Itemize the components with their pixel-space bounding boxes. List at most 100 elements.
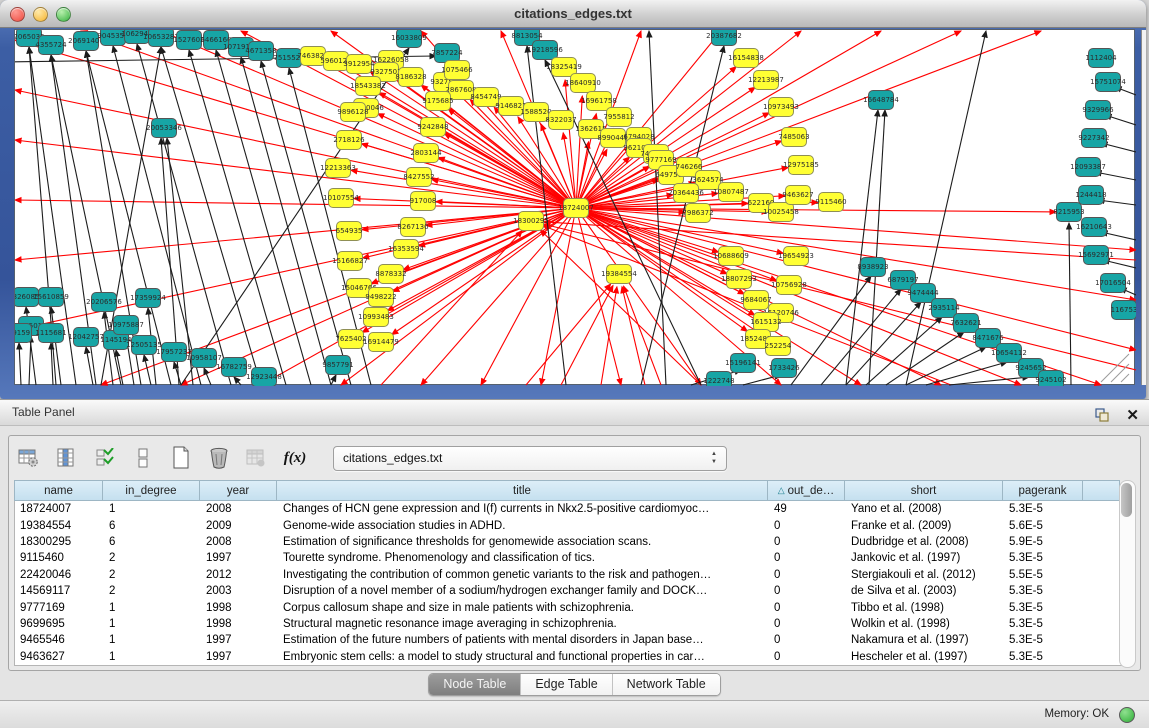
graph-edge[interactable] [649,31,666,385]
table-panel-header: Table Panel ✕ [0,399,1149,426]
table-cell: Investigating the contribution of common… [278,569,769,581]
table-cell: Franke et al. (2009) [846,520,1004,532]
close-panel-icon[interactable]: ✕ [1126,408,1139,423]
resize-grip-icon[interactable] [1121,374,1129,382]
graph-edge[interactable] [561,286,613,385]
graph-node-label: 2803144 [410,149,442,157]
graph-edge[interactable] [540,230,701,385]
tab-node-table[interactable]: Node Table [429,674,520,695]
clear-selection-icon[interactable] [131,446,155,470]
graph-node-label: 18807293 [721,275,757,283]
graph-edge[interactable] [144,355,151,385]
graph-edge[interactable] [331,375,336,385]
graph-node-label: 4671358 [245,47,276,55]
graph-edge[interactable] [791,276,871,385]
table-cell: 2003 [201,585,278,597]
table-vertical-scrollbar[interactable] [1119,480,1136,668]
graph-edge[interactable] [216,50,311,385]
graph-edge[interactable] [846,110,878,385]
column-header-name[interactable]: name [14,480,103,501]
graph-node-label: 16961758 [581,97,617,105]
network-canvas[interactable]: 2065035435572420691406904535410629451065… [14,29,1135,385]
column-header-out_de[interactable]: △out_de… [768,480,845,501]
table-row[interactable]: 1872400712008Changes of HCN gene express… [15,501,1121,517]
table-row[interactable]: 977716911998Corpus callosum shape and si… [15,599,1121,615]
table-cell: 9463627 [15,651,104,663]
graph-edge[interactable] [234,377,241,385]
table-row[interactable]: 1456911722003Disruption of a novel membe… [15,583,1121,599]
graph-edge[interactable] [204,368,211,385]
graph-edge[interactable] [926,362,1007,385]
graph-node-label: 7857224 [431,49,463,57]
column-header-filler [1083,480,1120,501]
graph-node-label: 8427552 [403,173,434,181]
table-cell: 0 [769,552,846,564]
graph-edge[interactable] [29,336,31,385]
graph-edge[interactable] [161,47,261,385]
graph-node-label: 9857791 [322,361,353,369]
table-cell: 9777169 [15,602,104,614]
table-row[interactable]: 1938455462009Genome-wide association stu… [15,517,1121,533]
graph-node-label: 6879197 [887,276,918,284]
graph-edge[interactable] [576,208,1021,385]
resize-grip-icon[interactable] [1111,364,1129,382]
scrollbar-thumb[interactable] [1121,483,1132,517]
column-visibility-icon[interactable] [55,446,79,470]
status-bar: Memory: OK [0,700,1149,728]
column-header-short[interactable]: short [845,480,1003,501]
table-cell: 1998 [201,618,278,630]
table-row[interactable]: 1830029562008Estimation of significance … [15,534,1121,550]
graph-node-label: 20387682 [706,32,742,40]
graph-node-label: 1115681 [35,329,66,337]
select-all-icon[interactable] [93,446,117,470]
graph-node-label: 9684067 [740,296,771,304]
function-builder-icon[interactable]: f(x) [283,446,307,470]
table-row[interactable]: 911546021997Tourette syndrome. Phenomeno… [15,550,1121,566]
graph-edge[interactable] [1069,223,1071,385]
new-document-icon[interactable] [169,446,193,470]
graph-edge[interactable] [1095,172,1136,180]
network-selector[interactable]: citations_edges.txt ▲▼ [333,446,727,471]
table-cell: 22420046 [15,569,104,581]
table-row[interactable]: 969969511998Structural magnetic resonanc… [15,616,1121,632]
memory-ok-indicator[interactable] [1119,707,1135,723]
column-header-title[interactable]: title [277,480,768,501]
table-row[interactable]: 946362711997Embryonic stem cells: a mode… [15,649,1121,665]
graph-edge[interactable] [421,208,576,385]
table-cell: 1 [104,634,201,646]
graph-edge[interactable] [565,80,576,208]
delete-icon[interactable] [207,446,231,470]
graph-edge[interactable] [361,144,576,208]
window-titlebar[interactable]: citations_edges.txt [0,0,1146,28]
graph-edge[interactable] [241,57,331,385]
graph-edge[interactable] [544,224,1136,370]
tab-network-table[interactable]: Network Table [612,674,720,695]
graph-edge[interactable] [601,287,617,385]
table-cell: Embryonic stem cells: a model to study s… [278,651,769,663]
graph-edge[interactable] [541,208,576,385]
table-settings-icon[interactable] [17,446,41,470]
graph-edge[interactable] [576,31,1041,208]
float-panel-icon[interactable] [1090,403,1114,427]
graph-edge[interactable] [846,302,921,385]
network-graph[interactable]: 2065035435572420691406904535410629451065… [15,30,1136,386]
table-cell: 5.3E-5 [1004,634,1084,646]
graph-node-label: 18325419 [546,63,582,71]
table-cell: 6 [104,520,201,532]
column-header-pagerank[interactable]: pagerank [1003,480,1083,501]
table-row[interactable]: 2242004622012Investigating the contribut… [15,567,1121,583]
graph-node-label: 12042757 [68,333,104,341]
table-row[interactable]: 946554611997Estimation of the future num… [15,632,1121,648]
graph-edge[interactable] [19,343,21,385]
graph-edge[interactable] [576,208,861,385]
graph-node-label: 10973493 [763,103,799,111]
table-cell: Disruption of a novel member of a sodium… [278,585,769,597]
graph-edge[interactable] [15,140,576,208]
column-header-in_degree[interactable]: in_degree [103,480,200,501]
column-header-year[interactable]: year [200,480,277,501]
tab-edge-table[interactable]: Edge Table [520,674,611,695]
graph-edge[interactable] [419,208,576,246]
table-cell: 0 [769,520,846,532]
import-table-icon[interactable] [245,446,269,470]
graph-node-label: 654935 [336,227,363,235]
